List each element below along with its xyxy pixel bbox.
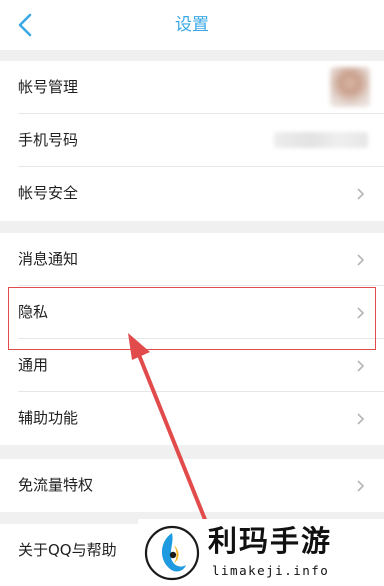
phone-number-value (274, 132, 368, 148)
notifications-label: 消息通知 (18, 250, 79, 268)
account-management-label: 帐号管理 (18, 78, 79, 96)
accessibility-row[interactable]: 辅助功能 (0, 392, 384, 445)
phone-number-row[interactable]: 手机号码 (0, 114, 384, 167)
account-security-row[interactable]: 帐号安全 (0, 167, 384, 220)
data-free-privilege-row[interactable]: 免流量特权 (0, 459, 384, 512)
account-group: 帐号管理 手机号码 帐号安全 (0, 61, 384, 221)
chevron-right-icon (357, 413, 365, 425)
privacy-highlight-box (8, 287, 376, 350)
page-title: 设置 (175, 15, 209, 35)
about-help-label: 关于QQ与帮助 (18, 541, 117, 559)
phone-number-label: 手机号码 (18, 131, 79, 149)
data-free-privilege-label: 免流量特权 (18, 476, 94, 494)
account-security-label: 帐号安全 (18, 184, 79, 202)
data-free-group: 免流量特权 (0, 459, 384, 512)
watermark-title: 利玛手游 (208, 524, 333, 558)
chevron-right-icon (357, 360, 365, 372)
title-bar: 设置 (0, 0, 384, 50)
chevron-right-icon (357, 480, 365, 492)
watermark-logo-icon (144, 525, 200, 581)
accessibility-label: 辅助功能 (18, 409, 79, 427)
avatar (330, 67, 370, 107)
notifications-row[interactable]: 消息通知 (0, 233, 384, 286)
watermark-url: limakeji.info (212, 563, 330, 578)
chevron-right-icon (357, 188, 365, 200)
chevron-right-icon (357, 254, 365, 266)
account-management-row[interactable]: 帐号管理 (0, 61, 384, 114)
watermark: 利玛手游 limakeji.info (138, 519, 384, 586)
